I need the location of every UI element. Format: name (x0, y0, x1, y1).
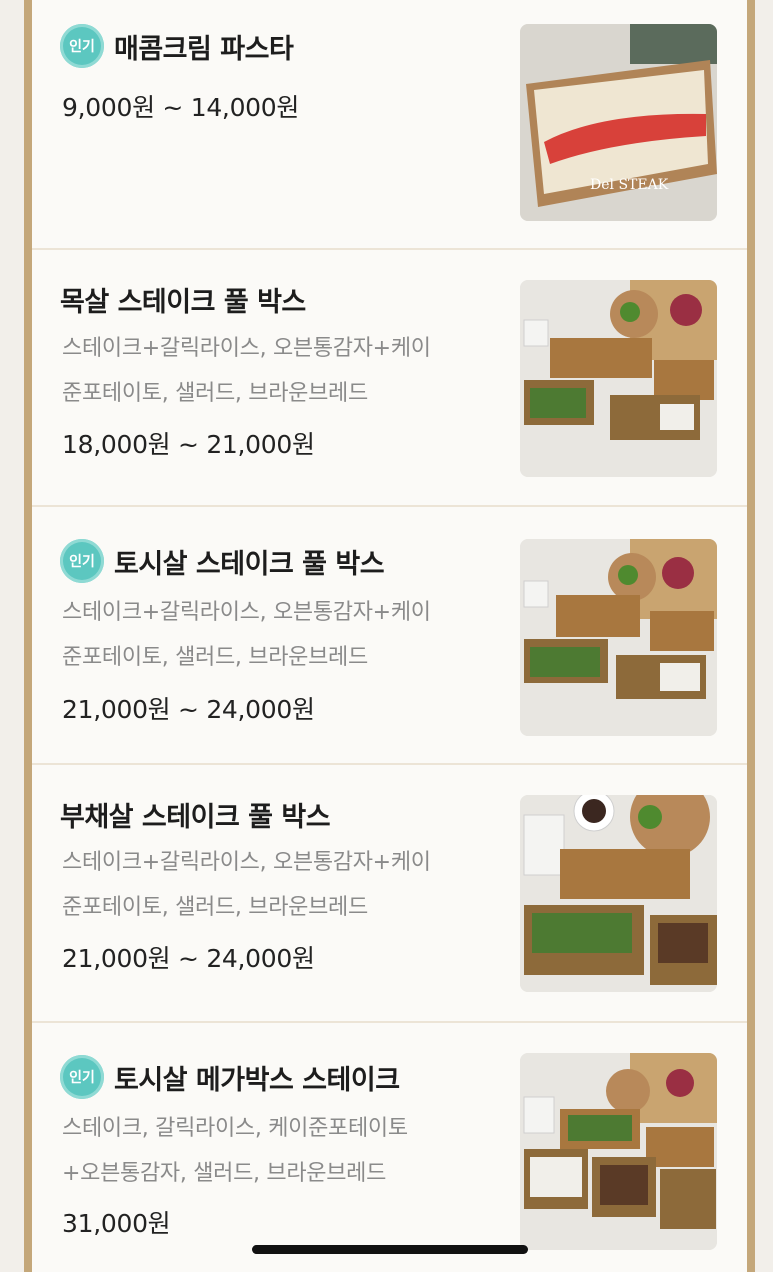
menu-item-photo (520, 1053, 717, 1250)
description-line: 준포테이토, 샐러드, 브라운브레드 (62, 895, 368, 920)
title-row: 인기 토시살 스테이크 풀 박스 (60, 539, 385, 583)
frame-rail-right (747, 0, 755, 1272)
menu-list[interactable]: 인기 매콤크림 파스타 9,000원 ~ 14,000원 Del STEAK 목… (32, 0, 747, 1272)
menu-item-photo (520, 795, 717, 992)
page: 인기 매콤크림 파스타 9,000원 ~ 14,000원 Del STEAK 목… (0, 0, 773, 1272)
menu-item-description: 스테이크+갈릭라이스, 오븐통감자+케이 준포테이토, 샐러드, 브라운브레드 (62, 840, 502, 930)
description-line: 준포테이토, 샐러드, 브라운브레드 (62, 645, 368, 670)
title-row: 부채살 스테이크 풀 박스 (60, 795, 331, 834)
svg-text:Del STEAK: Del STEAK (590, 177, 669, 193)
description-line: 준포테이토, 샐러드, 브라운브레드 (62, 381, 368, 406)
menu-item[interactable]: 인기 토시살 메가박스 스테이크 스테이크, 갈릭라이스, 케이준포테이토 +오… (32, 1023, 747, 1272)
description-line: 스테이크+갈릭라이스, 오븐통감자+케이 (62, 600, 431, 625)
menu-item-price: 31,000원 (62, 1209, 171, 1238)
pasta-photo-icon: Del STEAK (520, 24, 717, 221)
menu-item-description: 스테이크+갈릭라이스, 오븐통감자+케이 준포테이토, 샐러드, 브라운브레드 (62, 590, 502, 680)
description-line: 스테이크+갈릭라이스, 오븐통감자+케이 (62, 850, 431, 875)
menu-item-photo (520, 539, 717, 736)
title-row: 인기 매콤크림 파스타 (60, 24, 294, 68)
frame-rail-left (24, 0, 32, 1272)
menu-item-photo: Del STEAK (520, 24, 717, 221)
steak-box-photo-icon (520, 280, 717, 477)
popular-badge: 인기 (60, 1055, 104, 1099)
menu-item-title: 토시살 메가박스 스테이크 (114, 1064, 400, 1096)
menu-item-price: 9,000원 ~ 14,000원 (62, 93, 300, 122)
description-line: +오븐통감자, 샐러드, 브라운브레드 (62, 1161, 387, 1186)
menu-item-photo (520, 280, 717, 477)
title-row: 목살 스테이크 풀 박스 (60, 280, 306, 319)
menu-item[interactable]: 부채살 스테이크 풀 박스 스테이크+갈릭라이스, 오븐통감자+케이 준포테이토… (32, 765, 747, 1023)
description-line: 스테이크, 갈릭라이스, 케이준포테이토 (62, 1116, 408, 1141)
menu-item-title: 토시살 스테이크 풀 박스 (114, 548, 385, 580)
menu-item[interactable]: 인기 매콤크림 파스타 9,000원 ~ 14,000원 Del STEAK (32, 0, 747, 250)
home-indicator[interactable] (252, 1245, 528, 1254)
description-line: 스테이크+갈릭라이스, 오븐통감자+케이 (62, 336, 431, 361)
steak-box-photo-icon (520, 539, 717, 736)
screen-edge-left (0, 0, 24, 1272)
menu-item-title: 부채살 스테이크 풀 박스 (60, 802, 331, 833)
menu-item-price: 18,000원 ~ 21,000원 (62, 430, 315, 459)
megabox-steak-photo-icon (520, 1053, 717, 1250)
title-row: 인기 토시살 메가박스 스테이크 (60, 1055, 400, 1099)
menu-item-price: 21,000원 ~ 24,000원 (62, 695, 315, 724)
menu-item-title: 매콤크림 파스타 (114, 33, 294, 65)
popular-badge: 인기 (60, 539, 104, 583)
menu-item-description: 스테이크+갈릭라이스, 오븐통감자+케이 준포테이토, 샐러드, 브라운브레드 (62, 326, 502, 416)
screen-edge-right (755, 0, 773, 1272)
menu-item[interactable]: 목살 스테이크 풀 박스 스테이크+갈릭라이스, 오븐통감자+케이 준포테이토,… (32, 250, 747, 507)
menu-item-description: 스테이크, 갈릭라이스, 케이준포테이토 +오븐통감자, 샐러드, 브라운브레드 (62, 1106, 502, 1196)
menu-item[interactable]: 인기 토시살 스테이크 풀 박스 스테이크+갈릭라이스, 오븐통감자+케이 준포… (32, 507, 747, 765)
menu-item-title: 목살 스테이크 풀 박스 (60, 287, 306, 318)
steak-box-photo-icon (520, 795, 717, 992)
popular-badge: 인기 (60, 24, 104, 68)
menu-item-price: 21,000원 ~ 24,000원 (62, 944, 315, 973)
